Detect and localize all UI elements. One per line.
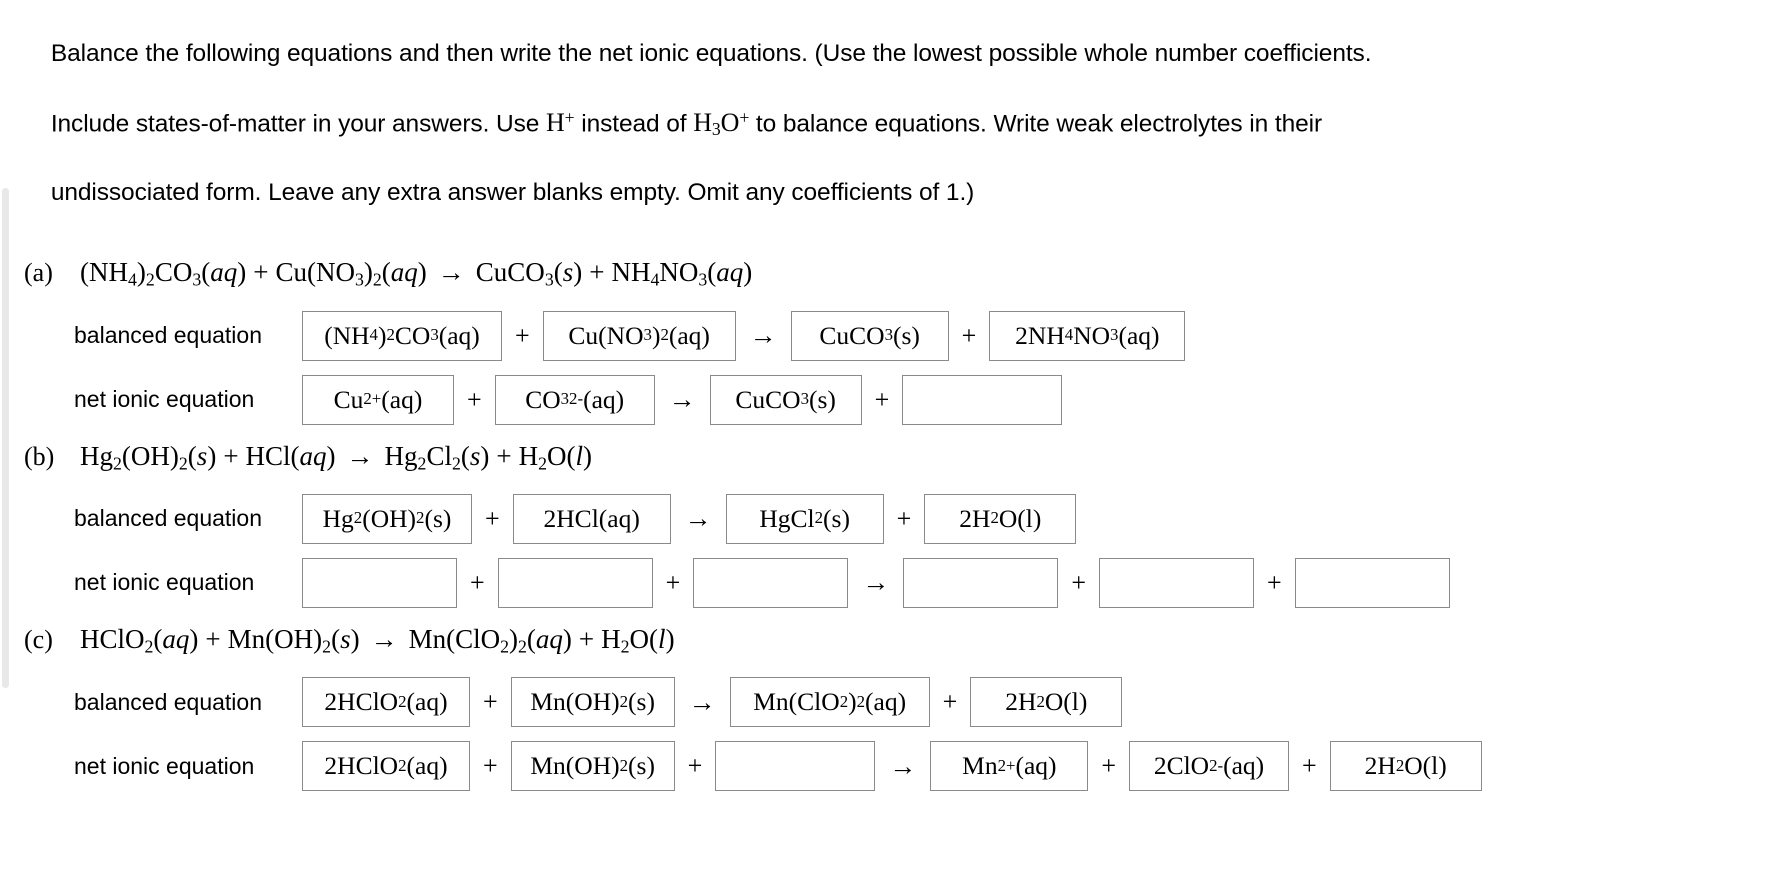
net-ionic-label: net ionic equation [74, 569, 255, 596]
reaction-arrow: → [862, 567, 890, 598]
reaction-arrow: → [889, 750, 917, 781]
plus-sign: + [483, 687, 498, 717]
problem-a-balanced-input-2[interactable]: Cu(NO 3) 2 (aq) [542, 310, 736, 361]
reaction-arrow: → [684, 503, 712, 534]
instructions-line-3: undissociated form. Leave any extra answ… [50, 179, 975, 207]
problem-a-net-ionic-input-2[interactable]: CO 3 2- (aq) [494, 374, 655, 425]
problem-b-balanced-row: balanced equation Hg 2 (OH) 2 (s) +2HCl(aq) → Hg… [24, 493, 1764, 544]
plus-sign: + [467, 384, 482, 414]
problem-a-balanced-input-4[interactable]: 2NH 4 NO 3 (aq) [989, 310, 1186, 361]
plus-sign: + [896, 503, 912, 533]
problem-c-net-ionic-input-1[interactable]: 2HClO 2 (aq) [302, 741, 470, 792]
problem-a-net-ionic-input-4[interactable] [902, 374, 1063, 425]
problem-a-net-ionic-input-3[interactable]: CuCO 3 (s) [709, 374, 862, 425]
plus-sign: + [1101, 751, 1117, 781]
problem-a: (a) (NH4)2CO3(aq) + Cu(NO3)2(aq) → CuCO3(s) + N… [24, 255, 1764, 425]
problem-c-net-ionic-row: net ionic equation 2HClO 2 (aq) + Mn(OH) 2 (s) +… [24, 741, 1764, 792]
instructions-line-2-part-2: instead of [574, 110, 694, 138]
problem-b-net-ionic-input-1[interactable] [302, 557, 457, 608]
problem-b-balanced-input-4[interactable]: 2H 2 O(l) [924, 493, 1077, 544]
problem-b-equation: (b) Hg2(OH)2(s) + HCl(aq) → Hg2Cl2(s) + H2O(l) [24, 439, 1764, 480]
plus-sign: + [942, 687, 958, 717]
plus-sign: + [515, 320, 530, 350]
problem-c-balanced-input-1[interactable]: 2HClO 2 (aq) [302, 677, 470, 728]
net-ionic-label: net ionic equation [74, 386, 255, 413]
problem-c-balanced-row: balanced equation 2HClO 2 (aq) + Mn(OH) 2 (s) → M… [24, 677, 1764, 728]
problem-c-letter: (c) [24, 624, 53, 654]
problem-c-balanced-input-3[interactable]: Mn(ClO 2) 2 (aq) [729, 677, 930, 728]
problem-b: (b) Hg2(OH)2(s) + HCl(aq) → Hg2Cl2(s) + H2O(l) b… [24, 439, 1764, 608]
problem-b-net-ionic-input-5[interactable] [1099, 557, 1255, 608]
plus-sign: + [665, 567, 681, 597]
reaction-arrow: → [749, 320, 777, 351]
problem-a-net-ionic-row: net ionic equation Cu 2+ (aq) + CO 3 2- (aq) → CuC… [24, 374, 1764, 425]
instructions-text: Balance the following equations and then… [24, 0, 1764, 241]
problem-b-equation-formula: Hg2(OH)2(s) + HCl(aq) → Hg2Cl2(s) + H2O(l) [80, 440, 593, 473]
plus-sign: + [1302, 751, 1317, 781]
problem-c-equation: (c) HClO2(aq) + Mn(OH)2(s) → Mn(ClO2)2(aq) + H2… [24, 622, 1764, 663]
plus-sign: + [961, 320, 977, 350]
balanced-label: balanced equation [74, 688, 262, 715]
problem-b-balanced-input-1[interactable]: Hg 2 (OH) 2 (s) [302, 493, 472, 544]
plus-sign: + [874, 384, 890, 414]
instructions-line-1: Balance the following equations and then… [50, 40, 1372, 67]
problem-c-net-ionic-input-3[interactable] [715, 741, 876, 792]
balanced-label: balanced equation [74, 322, 262, 349]
balanced-label: balanced equation [74, 505, 262, 532]
problem-a-net-ionic-input-1[interactable]: Cu 2+ (aq) [302, 374, 454, 425]
problem-c-net-ionic-input-2[interactable]: Mn(OH) 2 (s) [510, 741, 675, 792]
problem-c-net-ionic-input-4[interactable]: Mn 2+ (aq) [930, 741, 1089, 792]
problem-b-balanced-input-3[interactable]: HgCl 2 (s) [725, 493, 884, 544]
plus-sign: + [1071, 567, 1087, 597]
problem-b-net-ionic-input-4[interactable] [903, 557, 1059, 608]
problem-b-letter: (b) [24, 441, 55, 471]
problem-c: (c) HClO2(aq) + Mn(OH)2(s) → Mn(ClO2)2(aq) + H2… [24, 622, 1764, 792]
problem-c-net-ionic-input-5[interactable]: 2ClO 2- (aq) [1129, 741, 1290, 792]
problem-b-balanced-input-2[interactable]: 2HCl(aq) [512, 493, 671, 544]
reaction-arrow: → [688, 686, 716, 717]
problem-c-net-ionic-input-6[interactable]: 2H 2 O(l) [1329, 741, 1482, 792]
problem-a-balanced-input-1[interactable]: (NH 4) 2 CO 3 (aq) [302, 310, 502, 361]
plus-sign: + [470, 567, 485, 597]
problem-b-net-ionic-input-2[interactable] [497, 557, 653, 608]
net-ionic-label: net ionic equation [74, 752, 255, 779]
problem-c-equation-formula: HClO2(aq) + Mn(OH)2(s) → Mn(ClO2)2(aq) + H2O(l… [80, 623, 675, 657]
problem-a-balanced-row: balanced equation (NH 4) 2 CO 3 (aq) + Cu(NO 3) 2(… [24, 310, 1764, 361]
worksheet-content: Balance the following equations and then… [24, 0, 1764, 792]
plus-sign: + [687, 751, 703, 781]
problem-b-net-ionic-row: net ionic equation + + → + + [24, 557, 1764, 608]
problems-list: (a) (NH4)2CO3(aq) + Cu(NO3)2(aq) → CuCO3(s) + N… [24, 255, 1764, 792]
instructions-line-2-part-1: Include states-of-matter in your answers… [50, 110, 546, 138]
vertical-scrollbar-thumb[interactable] [2, 188, 9, 688]
instructions-line-2-part-3: to balance equations. Write weak electro… [749, 110, 1323, 138]
problem-a-letter: (a) [24, 258, 53, 288]
reaction-arrow: → [668, 384, 696, 415]
problem-c-balanced-input-4[interactable]: 2H 2 O(l) [970, 677, 1123, 728]
h-plus-formula: H+ [545, 108, 575, 138]
problem-a-equation: (a) (NH4)2CO3(aq) + Cu(NO3)2(aq) → CuCO3(s) + N… [24, 255, 1764, 296]
problem-a-balanced-input-3[interactable]: CuCO 3 (s) [790, 310, 949, 361]
problem-b-net-ionic-input-3[interactable] [693, 557, 849, 608]
plus-sign: + [1267, 567, 1282, 597]
problem-b-net-ionic-input-6[interactable] [1294, 557, 1450, 608]
plus-sign: + [483, 751, 498, 781]
plus-sign: + [485, 503, 500, 533]
h3o-plus-formula: H3O+ [693, 108, 750, 140]
problem-a-equation-formula: (NH4)2CO3(aq) + Cu(NO3)2(aq) → CuCO3(s) + NH4N… [80, 257, 753, 290]
problem-c-balanced-input-2[interactable]: Mn(OH) 2 (s) [510, 677, 675, 728]
